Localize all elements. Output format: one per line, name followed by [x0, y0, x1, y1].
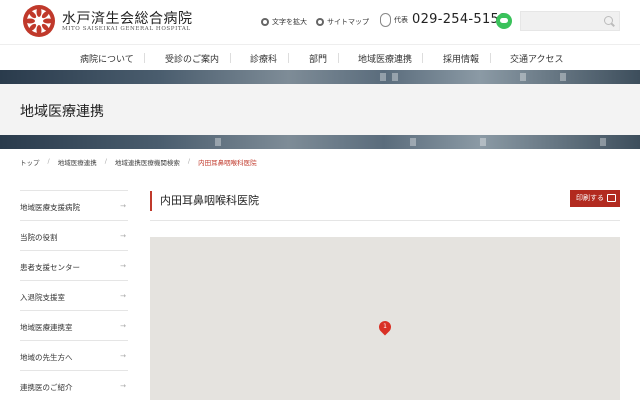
breadcrumb-search[interactable]: 地域連携医療機関検索: [115, 157, 180, 167]
nav-divider: [144, 53, 145, 63]
sidebar: 地域医療支援病院 → 当院の役割 → 患者支援センター → 入退院支援室 → 地…: [20, 190, 128, 400]
sidebar-item-role[interactable]: 当院の役割 →: [20, 220, 128, 250]
site-header: 水戸済生会総合病院 MITO SAISEIKAI GENERAL HOSPITA…: [0, 0, 640, 44]
page-title: 地域医療連携: [20, 104, 104, 120]
sitemap-link[interactable]: サイトマップ: [316, 17, 369, 27]
text-size-label: 文字を拡大: [272, 18, 307, 26]
arrow-right-icon: →: [120, 232, 126, 240]
title-divider: [150, 220, 620, 221]
breadcrumb: トップ / 地域医療連携 / 地域連携医療機関検索 / 内田耳鼻咽喉科医院: [20, 157, 257, 167]
map-marker-label: 1: [383, 323, 387, 330]
breadcrumb-current: 内田耳鼻咽喉科医院: [198, 159, 257, 167]
hospital-logo-icon[interactable]: [22, 4, 56, 38]
arrow-right-icon: →: [120, 262, 126, 270]
nav-item-visit[interactable]: 受診のご案内: [165, 52, 219, 65]
sidebar-item-for-doctors[interactable]: 地域の先生方へ →: [20, 340, 128, 370]
printer-icon: [607, 194, 616, 202]
sitemap-icon: [316, 18, 324, 26]
nav-item-recruit[interactable]: 採用情報: [443, 52, 479, 65]
sidebar-item-label: 患者支援センター: [20, 263, 80, 272]
sidebar-item-label: 入退院支援室: [20, 293, 65, 302]
nav-divider: [338, 53, 339, 63]
clinic-title: 内田耳鼻咽喉科医院: [150, 191, 259, 211]
nav-item-regional[interactable]: 地域医療連携: [358, 52, 412, 65]
arrow-right-icon: →: [120, 382, 126, 390]
phone-number: 029-254-5151: [412, 12, 508, 27]
arrow-right-icon: →: [120, 292, 126, 300]
search-input[interactable]: [521, 15, 599, 34]
sidebar-item-label: 地域医療支援病院: [20, 203, 80, 212]
search-icon[interactable]: [604, 16, 613, 25]
map-marker-icon[interactable]: 1: [376, 318, 394, 336]
header-photo-band: [0, 70, 640, 84]
nav-item-departments[interactable]: 診療科: [250, 52, 277, 65]
nav-divider: [288, 53, 289, 63]
arrow-right-icon: →: [120, 322, 126, 330]
hospital-name-en: MITO SAISEIKAI GENERAL HOSPITAL: [62, 26, 191, 32]
print-button[interactable]: 印刷する: [570, 190, 620, 207]
sitemap-label: サイトマップ: [327, 18, 369, 26]
sidebar-item-label: 地域の先生方へ: [20, 353, 73, 362]
sidebar-item-partner-doctors[interactable]: 連携医のご紹介 →: [20, 370, 128, 400]
footer-photo-band: [0, 135, 640, 149]
nav-divider: [230, 53, 231, 63]
nav-divider: [422, 53, 423, 63]
search-box: [520, 11, 620, 34]
line-icon[interactable]: [496, 13, 512, 29]
nav-divider: [490, 53, 491, 63]
phone-icon: [380, 12, 391, 27]
sidebar-item-patient-support[interactable]: 患者支援センター →: [20, 250, 128, 280]
breadcrumb-home[interactable]: トップ: [20, 157, 40, 167]
sidebar-item-label: 当院の役割: [20, 233, 58, 242]
arrow-right-icon: →: [120, 202, 126, 210]
phone-contact[interactable]: 代表 029-254-5151: [380, 12, 508, 27]
nav-item-about[interactable]: 病院について: [80, 52, 134, 65]
arrow-right-icon: →: [120, 352, 126, 360]
breadcrumb-regional[interactable]: 地域医療連携: [58, 157, 97, 167]
text-size-icon: [261, 18, 269, 26]
sidebar-item-admission[interactable]: 入退院支援室 →: [20, 280, 128, 310]
global-nav: 病院について 受診のご案内 診療科 部門 地域医療連携 採用情報 交通アクセス: [0, 44, 640, 70]
clinic-map[interactable]: 1: [150, 237, 620, 400]
nav-item-divisions[interactable]: 部門: [309, 52, 327, 65]
phone-label: 代表: [394, 15, 408, 24]
sidebar-item-support-hospital[interactable]: 地域医療支援病院 →: [20, 190, 128, 220]
sidebar-item-label: 連携医のご紹介: [20, 383, 73, 392]
sidebar-item-label: 地域医療連携室: [20, 323, 73, 332]
sidebar-item-liaison-office[interactable]: 地域医療連携室 →: [20, 310, 128, 340]
hospital-name[interactable]: 水戸済生会総合病院: [62, 8, 193, 28]
text-size-link[interactable]: 文字を拡大: [261, 17, 307, 27]
nav-item-access[interactable]: 交通アクセス: [510, 52, 564, 65]
print-button-label: 印刷する: [576, 194, 604, 202]
page-heading-area: 地域医療連携: [0, 84, 640, 135]
